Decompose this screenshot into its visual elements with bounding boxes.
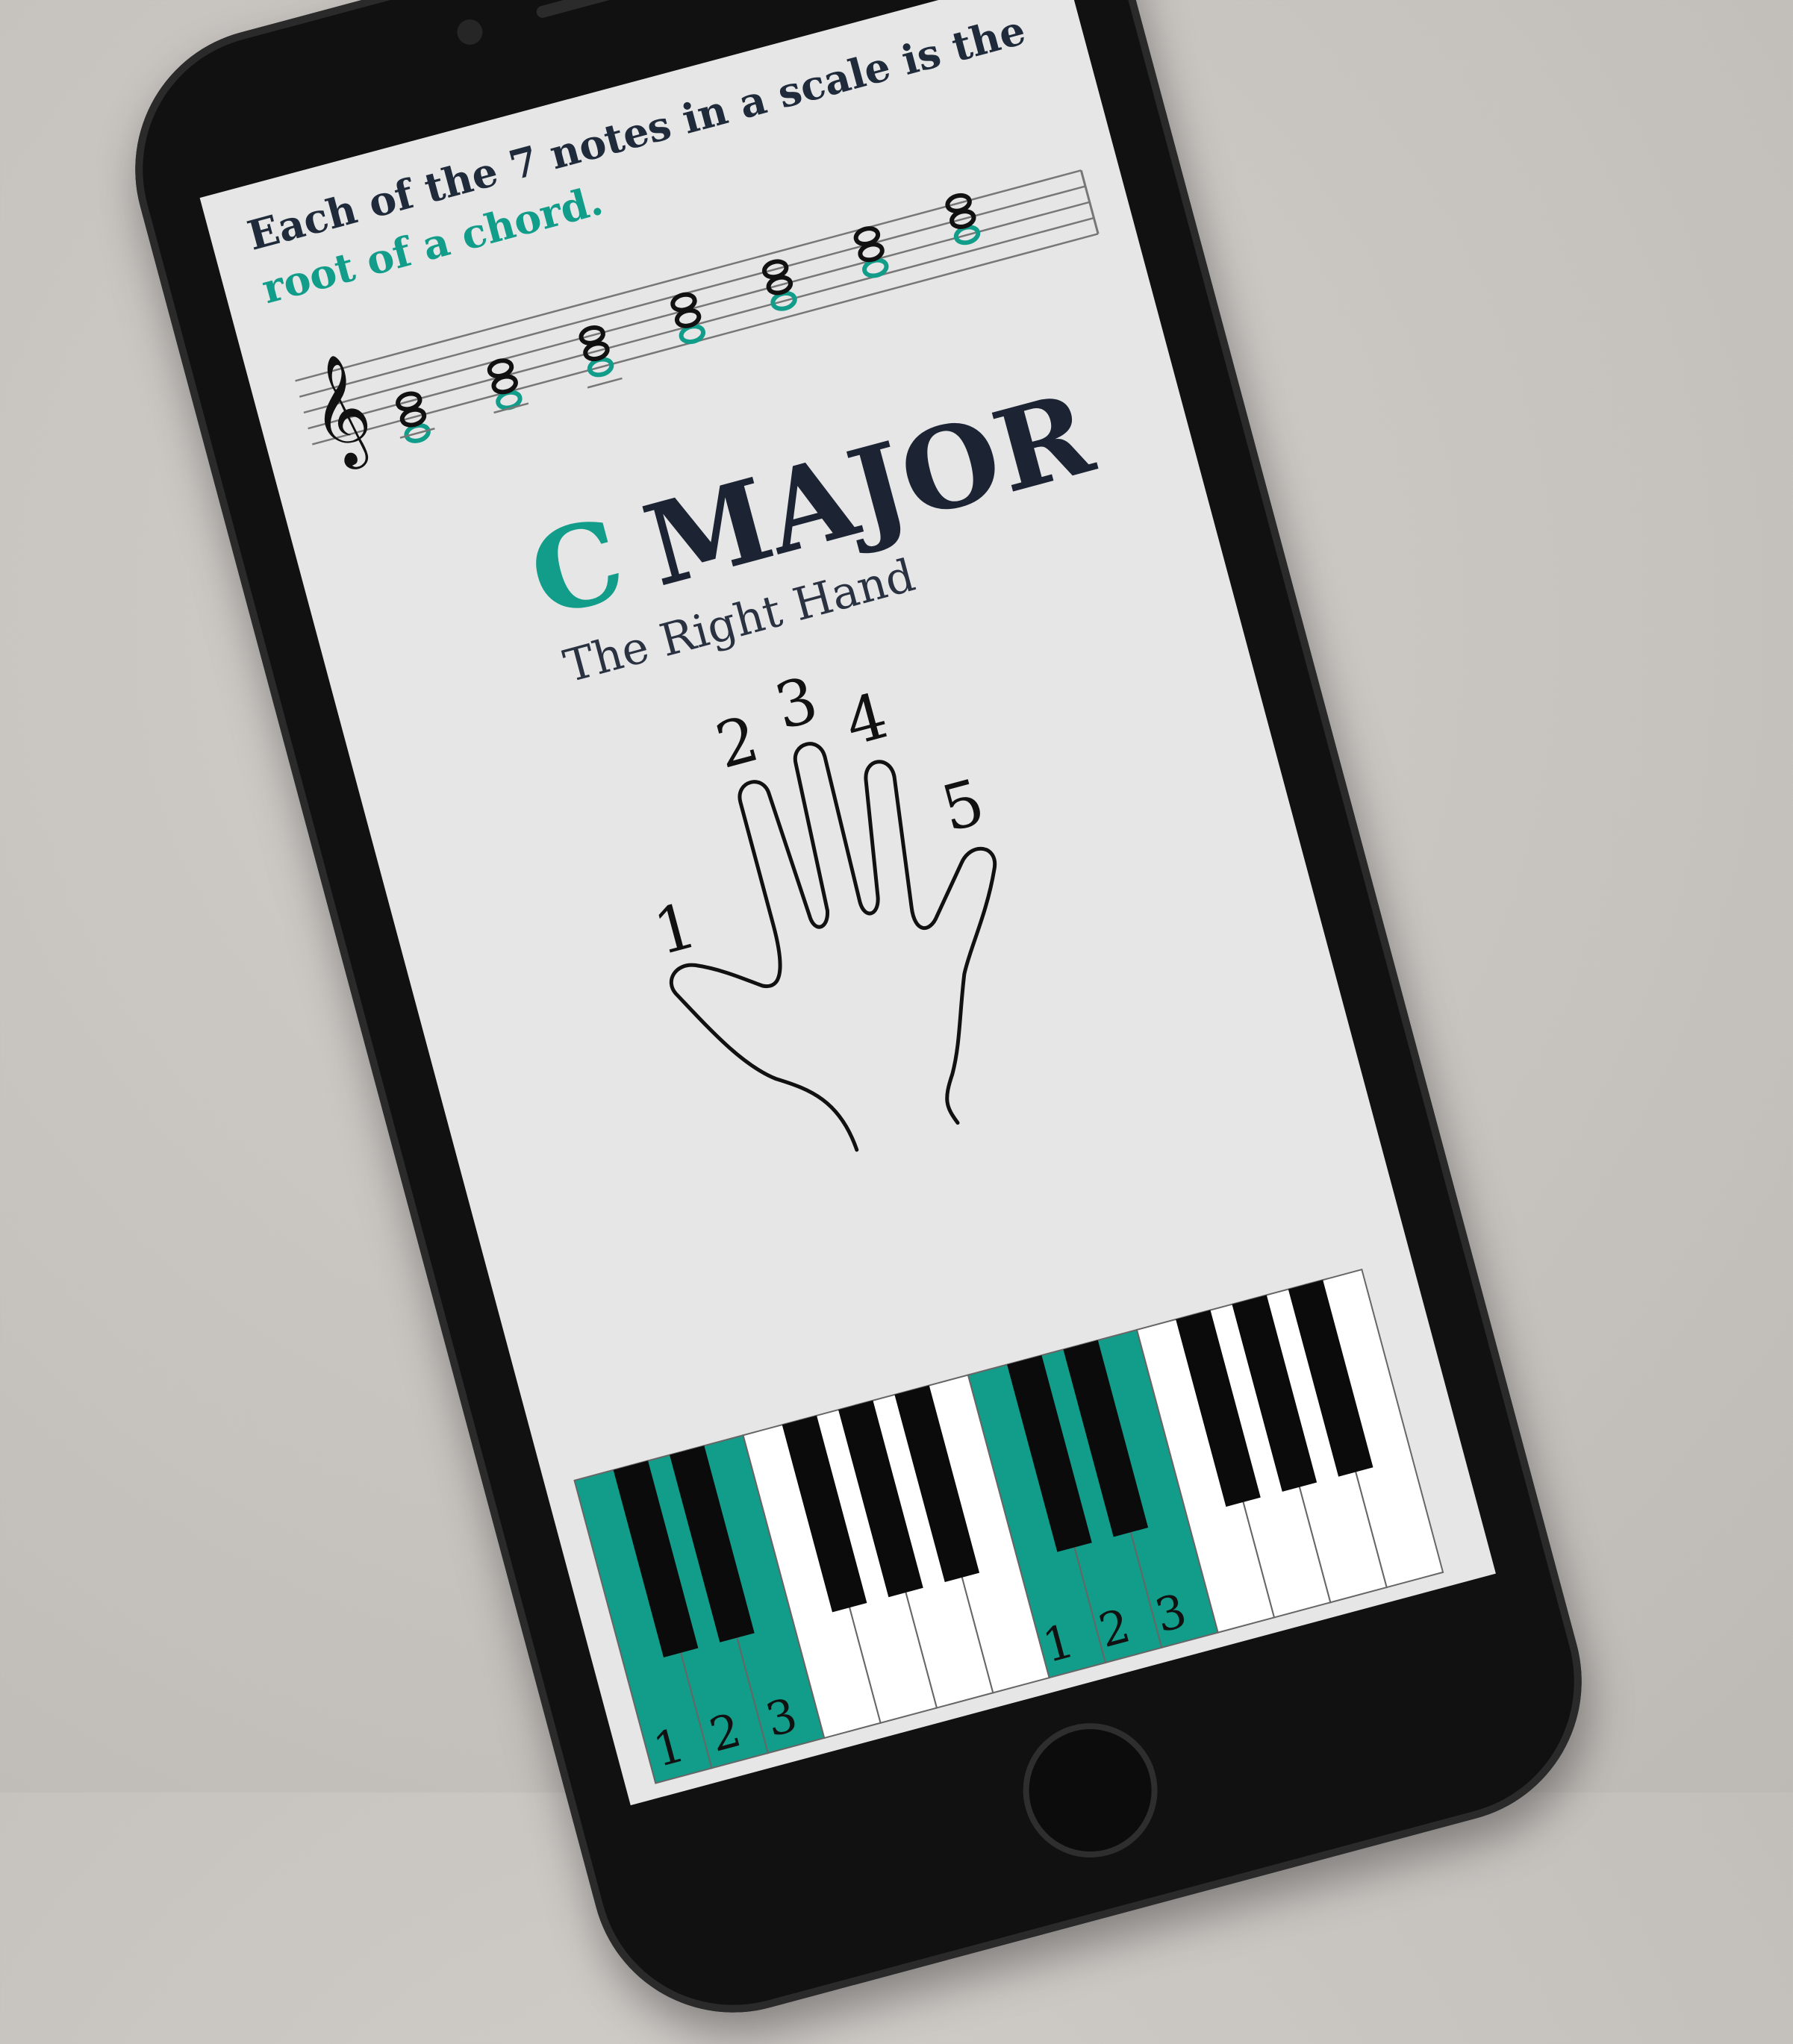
home-button[interactable]	[1008, 1707, 1173, 1873]
front-camera	[454, 16, 486, 48]
finger-label-4: 4	[838, 679, 895, 760]
finger-label-1: 1	[646, 888, 704, 969]
finger-label-3: 3	[767, 663, 825, 743]
scale-chord	[670, 292, 706, 345]
scale-chord	[853, 226, 889, 278]
title-root: C	[517, 493, 637, 643]
piano-keyboard: 1 2 3 1 2 3	[573, 1268, 1444, 1784]
ledger-line	[587, 377, 623, 389]
finger-label-2: 2	[708, 701, 766, 782]
title-block: C MAJOR The Right Hand	[517, 367, 1142, 695]
earpiece-speaker	[534, 0, 683, 19]
finger-labels: 1 2 3 4 5	[646, 663, 991, 969]
scale-chord	[487, 358, 529, 414]
hand-illustration: 1 2 3 4 5	[646, 663, 997, 1152]
finger-label-5: 5	[934, 765, 991, 846]
app-screen: Each of the 7 notes in a scale is the ro…	[199, 0, 1496, 1806]
phone-device: Each of the 7 notes in a scale is the ro…	[103, 0, 1614, 2044]
